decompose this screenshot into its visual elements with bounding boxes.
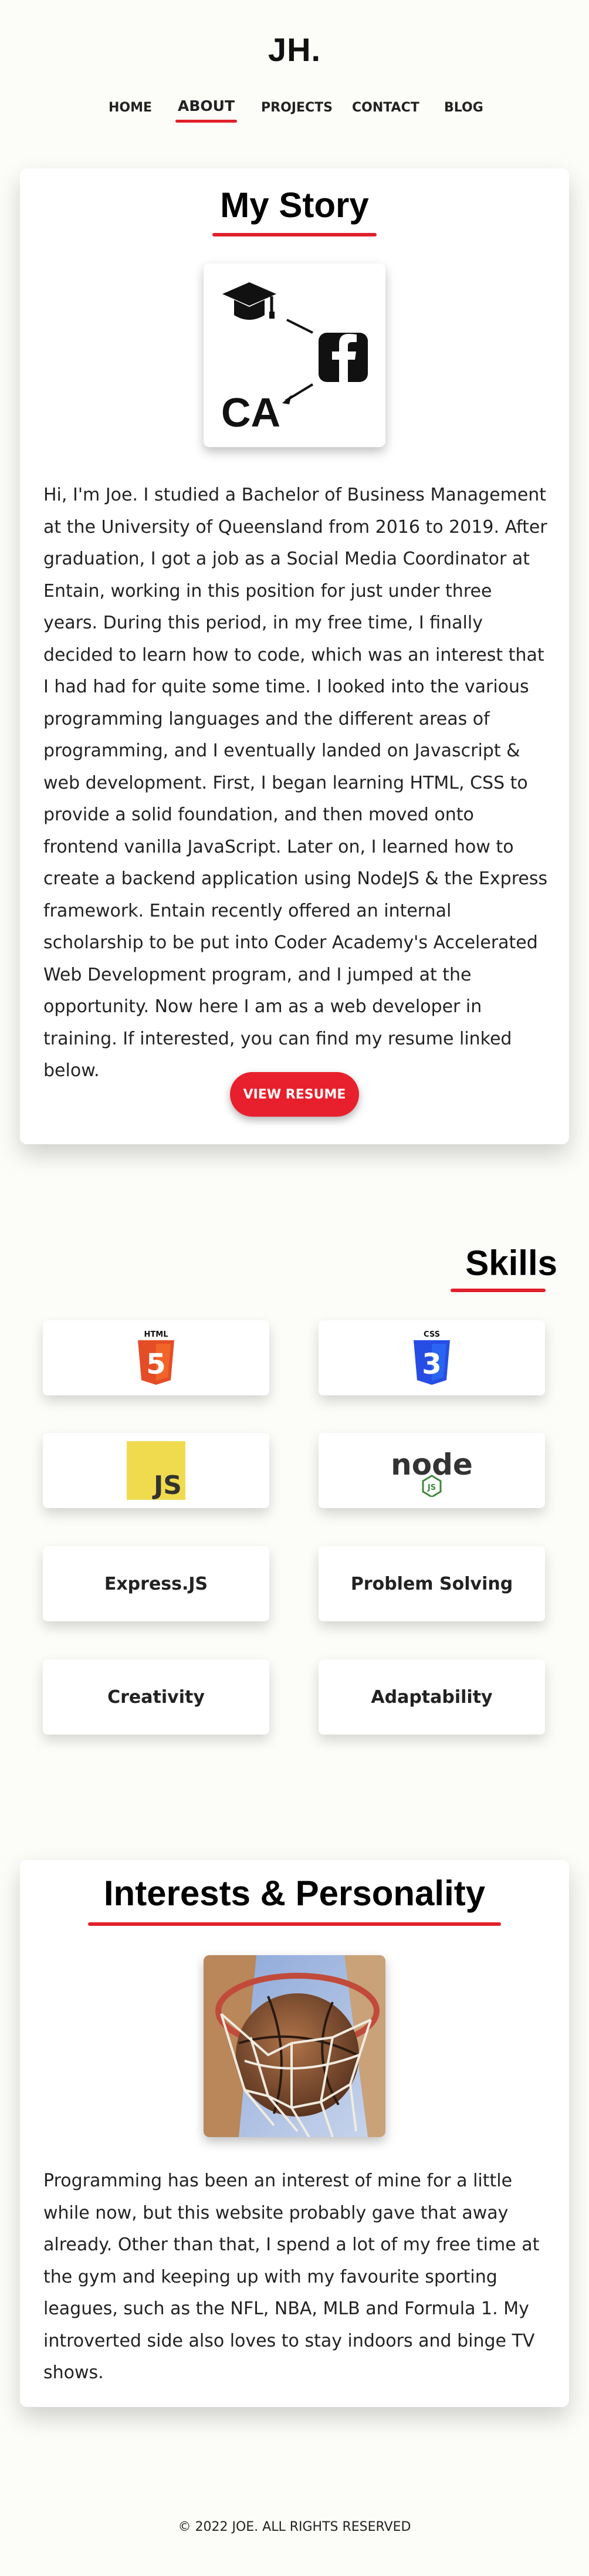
- skill-css3: CSS 3: [319, 1320, 545, 1395]
- skill-label: Creativity: [107, 1686, 205, 1708]
- basketball-hoop-image: [204, 1955, 385, 2137]
- svg-text:3: 3: [422, 1348, 441, 1381]
- skill-html5: HTML 5: [43, 1320, 269, 1395]
- nodejs-icon: node JS: [391, 1448, 473, 1497]
- ca-logo-text: CA: [221, 390, 280, 435]
- story-title: My Story: [220, 185, 369, 225]
- skills-title-underline: [451, 1289, 546, 1292]
- nav-blog[interactable]: BLOG: [444, 100, 483, 115]
- nav-about-label: ABOUT: [178, 97, 235, 114]
- css3-icon: CSS 3: [414, 1330, 450, 1385]
- site-logo[interactable]: JH.: [0, 31, 589, 69]
- skill-adaptability: Adaptability: [319, 1659, 545, 1735]
- skill-label: Problem Solving: [350, 1573, 513, 1594]
- skill-creativity: Creativity: [43, 1659, 269, 1735]
- svg-text:HTML: HTML: [144, 1330, 168, 1339]
- story-title-underline: [212, 233, 377, 236]
- skill-problem-solving: Problem Solving: [319, 1546, 545, 1621]
- interests-card: Interests & Personality Programming has …: [20, 1860, 569, 2407]
- facebook-icon: [319, 333, 368, 382]
- site-footer: © 2022 JOE. ALL RIGHTS RESERVED: [178, 2520, 411, 2534]
- javascript-icon: JS: [127, 1441, 185, 1500]
- svg-text:JS: JS: [427, 1483, 436, 1492]
- html5-icon: HTML 5: [138, 1330, 174, 1385]
- graduation-cap-icon: [222, 282, 276, 320]
- nav-projects[interactable]: PROJECTS: [261, 100, 333, 115]
- view-resume-button[interactable]: VIEW RESUME: [230, 1072, 359, 1117]
- skills-title: Skills: [465, 1243, 557, 1283]
- nav-about[interactable]: ABOUT: [175, 97, 238, 123]
- story-paragraph: Hi, I'm Joe. I studied a Bachelor of Bus…: [43, 485, 548, 1081]
- nav-contact[interactable]: CONTACT: [352, 100, 419, 115]
- site-header: JH. HOME ABOUT PROJECTS CONTACT BLOG: [0, 0, 589, 147]
- interests-paragraph: Programming has been an interest of mine…: [43, 2171, 540, 2383]
- my-story-card: My Story CA Hi, I'm Joe. I studied a Bac…: [20, 168, 569, 1144]
- skill-label: Adaptability: [371, 1686, 493, 1708]
- story-image: CA: [204, 263, 385, 447]
- interests-title-underline: [88, 1922, 501, 1926]
- svg-text:5: 5: [146, 1348, 165, 1381]
- skill-javascript: JS: [43, 1433, 269, 1508]
- skill-express: Express.JS: [43, 1546, 269, 1621]
- active-nav-underline: [175, 120, 238, 123]
- nav-home[interactable]: HOME: [109, 100, 152, 115]
- interests-title: Interests & Personality: [103, 1874, 486, 1913]
- svg-text:JS: JS: [152, 1470, 182, 1500]
- basketball-hoop-icon: [204, 1955, 385, 2137]
- svg-text:CSS: CSS: [424, 1330, 440, 1339]
- skill-label: Express.JS: [104, 1573, 208, 1594]
- skill-nodejs: node JS: [319, 1433, 545, 1508]
